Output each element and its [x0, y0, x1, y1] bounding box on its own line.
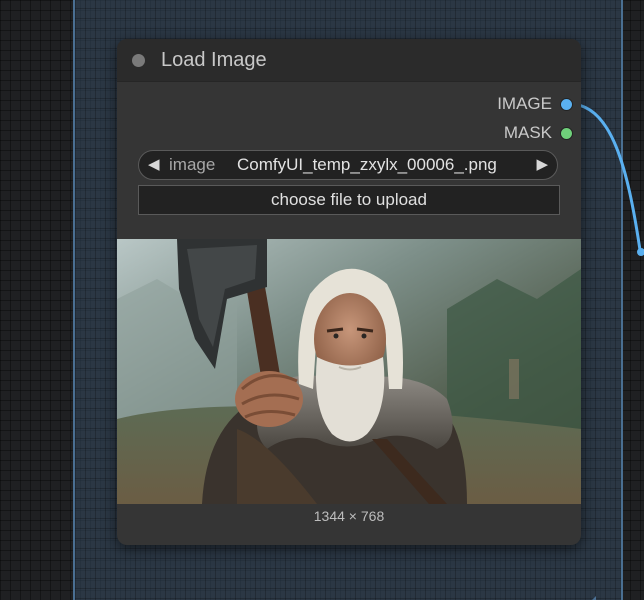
image-combo-widget[interactable]: ◀ image ComfyUI_temp_zxylx_00006_.png ▶ [138, 150, 558, 180]
graph-canvas[interactable]: Load Image IMAGE MASK ◀ image ComfyUI_te… [0, 0, 644, 600]
preview-image [117, 239, 581, 504]
preview-dimensions: 1344 × 768 [313, 508, 385, 524]
node-title: Load Image [161, 49, 267, 71]
output-image[interactable]: IMAGE [497, 93, 573, 115]
triangle-right-icon[interactable]: ▶ [536, 155, 548, 173]
image-preview [117, 239, 581, 504]
node-header[interactable]: Load Image [117, 39, 581, 82]
collapse-toggle-icon[interactable] [132, 54, 145, 67]
combo-label: image [169, 155, 216, 174]
combo-value[interactable]: ComfyUI_temp_zxylx_00006_.png [237, 155, 497, 175]
group-resize-handle[interactable] [584, 596, 596, 600]
output-label-mask: MASK [503, 123, 552, 142]
output-label-image: IMAGE [497, 94, 552, 113]
output-slot-image-icon[interactable] [560, 97, 573, 111]
upload-button[interactable]: choose file to upload [138, 185, 560, 215]
load-image-node[interactable]: Load Image IMAGE MASK ◀ image ComfyUI_te… [117, 39, 581, 545]
output-slot-mask-icon[interactable] [560, 126, 573, 140]
output-mask[interactable]: MASK [504, 122, 573, 144]
triangle-left-icon[interactable]: ◀ [148, 155, 160, 173]
